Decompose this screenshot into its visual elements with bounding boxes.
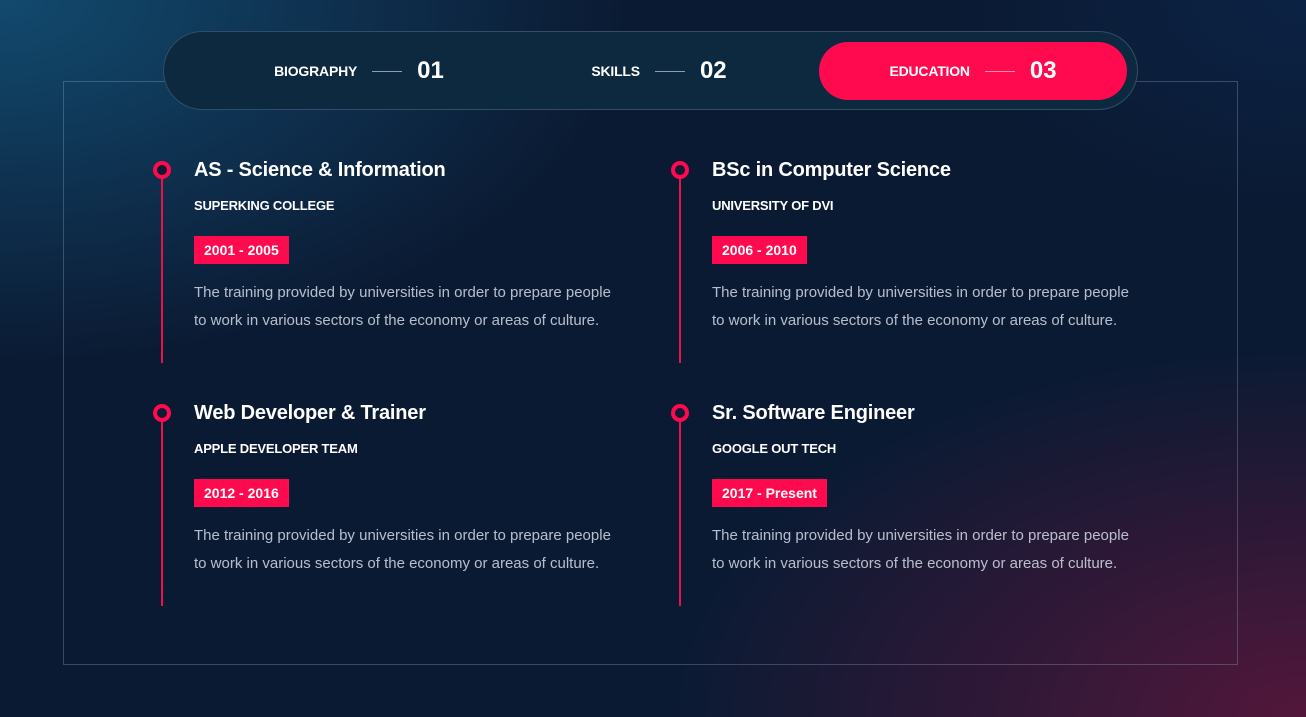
tab-number: 02 (699, 57, 727, 84)
timeline-dot-icon (153, 161, 171, 179)
timeline-line (161, 170, 163, 363)
tab-skills[interactable]: SKILLS 02 (514, 42, 804, 100)
timeline-line (679, 170, 681, 363)
education-organization: APPLE DEVELOPER TEAM (194, 441, 358, 456)
education-years-badge: 2006 - 2010 (712, 236, 807, 264)
education-description: The training provided by universities in… (194, 284, 611, 329)
education-title: BSc in Computer Science (712, 159, 951, 181)
education-years-badge: 2012 - 2016 (194, 479, 289, 507)
tab-label: SKILLS (591, 63, 640, 79)
tab-number: 03 (1029, 57, 1057, 84)
education-description: The training provided by universities in… (194, 527, 611, 572)
education-title: Sr. Software Engineer (712, 402, 915, 424)
education-organization: GOOGLE OUT TECH (712, 441, 837, 456)
tab-education[interactable]: EDUCATION 03 (819, 42, 1127, 100)
tab-biography[interactable]: BIOGRAPHY 01 (214, 42, 504, 100)
resume-tab-bar: BIOGRAPHY 01 SKILLS 02 EDUCATION 03 (163, 31, 1138, 110)
education-description: The training provided by universities in… (712, 527, 1129, 572)
timeline-line (161, 413, 163, 606)
tab-number: 01 (417, 57, 444, 84)
tab-label: EDUCATION (889, 63, 970, 79)
timeline-dot-icon (671, 404, 689, 422)
education-organization: SUPERKING COLLEGE (194, 198, 335, 213)
tab-divider (984, 70, 1015, 72)
education-years-badge: 2001 - 2005 (194, 236, 289, 264)
education-organization: UNIVERSITY OF DVI (712, 198, 834, 213)
timeline-line (679, 413, 681, 606)
tab-label: BIOGRAPHY (274, 63, 358, 79)
education-title: Web Developer & Trainer (194, 402, 426, 424)
education-description: The training provided by universities in… (712, 284, 1129, 329)
education-years-badge: 2017 - Present (712, 479, 827, 507)
timeline-dot-icon (153, 404, 171, 422)
education-title: AS - Science & Information (194, 159, 446, 181)
tab-divider (654, 70, 685, 72)
timeline-dot-icon (671, 161, 689, 179)
tab-divider (372, 70, 403, 72)
